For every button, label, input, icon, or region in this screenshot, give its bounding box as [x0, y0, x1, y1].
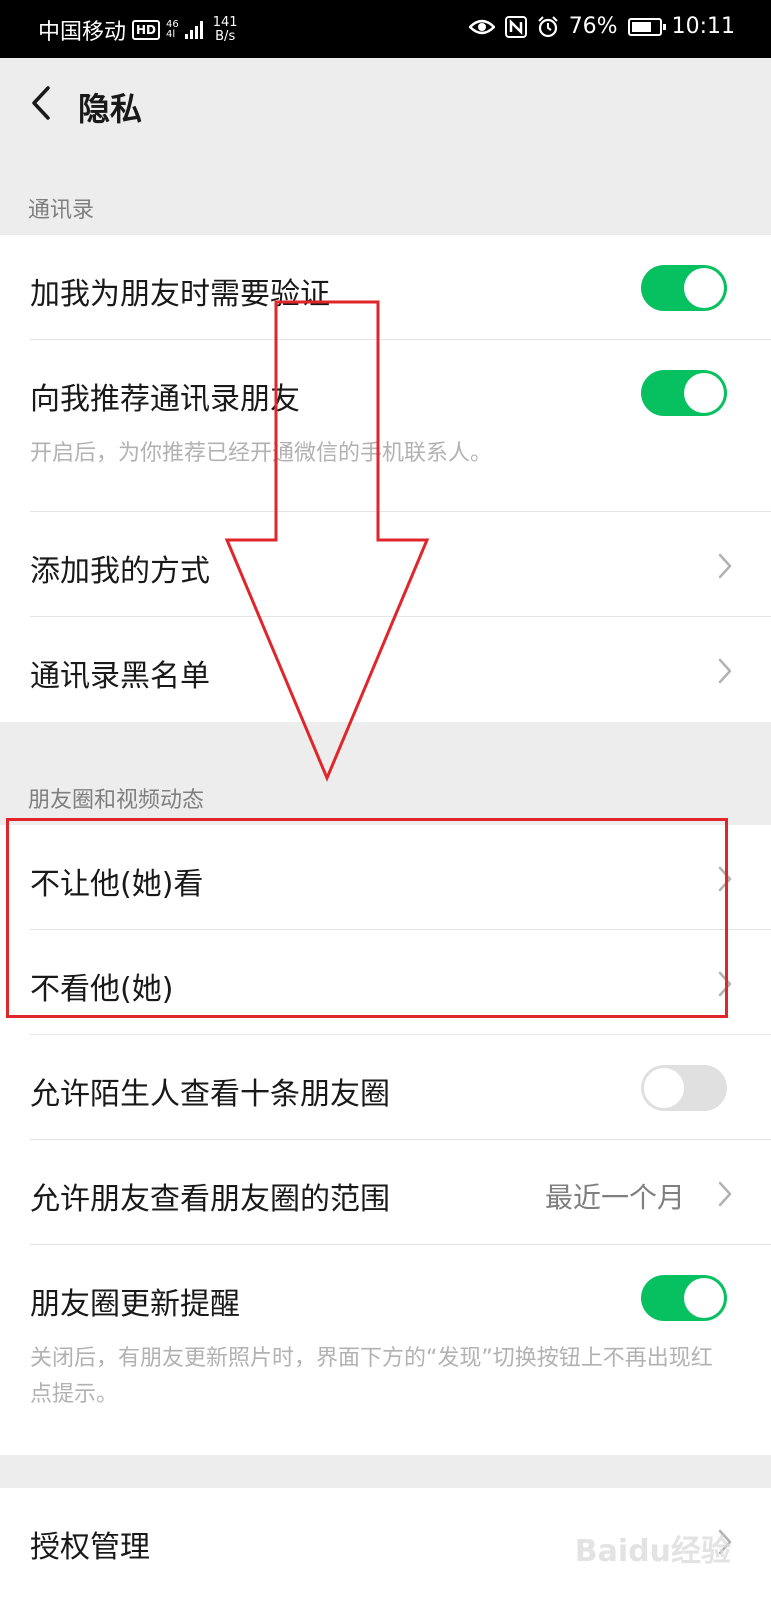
- row-moments-update-reminder: 朋友圈更新提醒 关闭后，有朋友更新照片时，界面下方的“发现”切换按钮上不再出现红…: [0, 1245, 771, 1455]
- row-label: 加我为朋友时需要验证: [30, 277, 330, 312]
- row-strangers-view-ten: 允许陌生人查看十条朋友圈: [0, 1035, 771, 1140]
- row-add-me-methods[interactable]: 添加我的方式: [0, 512, 771, 617]
- row-description: 关闭后，有朋友更新照片时，界面下方的“发现”切换按钮上不再出现红点提示。: [30, 1346, 713, 1407]
- row-friends-view-range[interactable]: 允许朋友查看朋友圈的范围 最近一个月: [0, 1140, 771, 1245]
- row-label: 允许朋友查看朋友圈的范围: [30, 1182, 390, 1217]
- back-arrow-icon[interactable]: [22, 78, 62, 128]
- baidu-watermark: Baidu经验: [574, 1534, 731, 1569]
- contacts-group: 加我为朋友时需要验证 向我推荐通讯录朋友 开启后，为你推荐已经开通微信的手机联系…: [0, 235, 771, 722]
- chevron-right-icon: [718, 658, 732, 684]
- row-label: 通讯录黑名单: [30, 659, 210, 694]
- hd-voice-icon: HD: [132, 20, 161, 40]
- chevron-right-icon: [718, 1181, 732, 1207]
- strangers-view-toggle[interactable]: [641, 1065, 727, 1111]
- moments-reminder-toggle[interactable]: [641, 1275, 727, 1321]
- network-speed: 141 B/s: [212, 15, 238, 44]
- battery-level-fill: [631, 21, 652, 32]
- friend-verification-toggle[interactable]: [641, 265, 727, 311]
- row-contacts-blacklist[interactable]: 通讯录黑名单: [0, 617, 771, 722]
- row-recommend-contacts: 向我推荐通讯录朋友 开启后，为你推荐已经开通微信的手机联系人。: [0, 340, 771, 512]
- section-header-contacts: 通讯录: [28, 198, 95, 223]
- eye-icon: [468, 19, 495, 34]
- row-label: 朋友圈更新提醒: [30, 1287, 240, 1322]
- battery-percent: 76%: [568, 14, 618, 39]
- alarm-icon: [537, 15, 558, 37]
- row-label: 向我推荐通讯录朋友: [30, 382, 300, 417]
- status-bar: 中国移动 HD 46 4l 141 B/s 76% 10:11: [0, 0, 771, 58]
- battery-icon: [627, 17, 666, 36]
- view-range-value: 最近一个月: [544, 1181, 685, 1214]
- toggle-knob: [684, 268, 724, 308]
- recommend-contacts-toggle[interactable]: [641, 370, 727, 416]
- carrier-label: 中国移动: [38, 20, 127, 45]
- annotation-highlight-box: [6, 818, 728, 1018]
- toggle-knob: [684, 1278, 724, 1318]
- toggle-knob: [644, 1068, 684, 1108]
- nav-bar: 隐私: [0, 58, 771, 150]
- row-label: 授权管理: [30, 1530, 150, 1565]
- clock: 10:11: [671, 14, 735, 39]
- row-friend-verification: 加我为朋友时需要验证: [0, 235, 771, 340]
- nfc-icon: [504, 15, 527, 38]
- row-label: 允许陌生人查看十条朋友圈: [30, 1077, 390, 1112]
- row-label: 添加我的方式: [30, 554, 210, 589]
- row-description: 开启后，为你推荐已经开通微信的手机联系人。: [30, 441, 493, 466]
- signal-strength-icon: [184, 21, 203, 39]
- section-header-moments: 朋友圈和视频动态: [28, 788, 205, 813]
- toggle-knob: [684, 373, 724, 413]
- chevron-right-icon: [718, 553, 732, 579]
- page-title: 隐私: [78, 90, 143, 128]
- network-type-icon: 46 4l: [166, 19, 179, 40]
